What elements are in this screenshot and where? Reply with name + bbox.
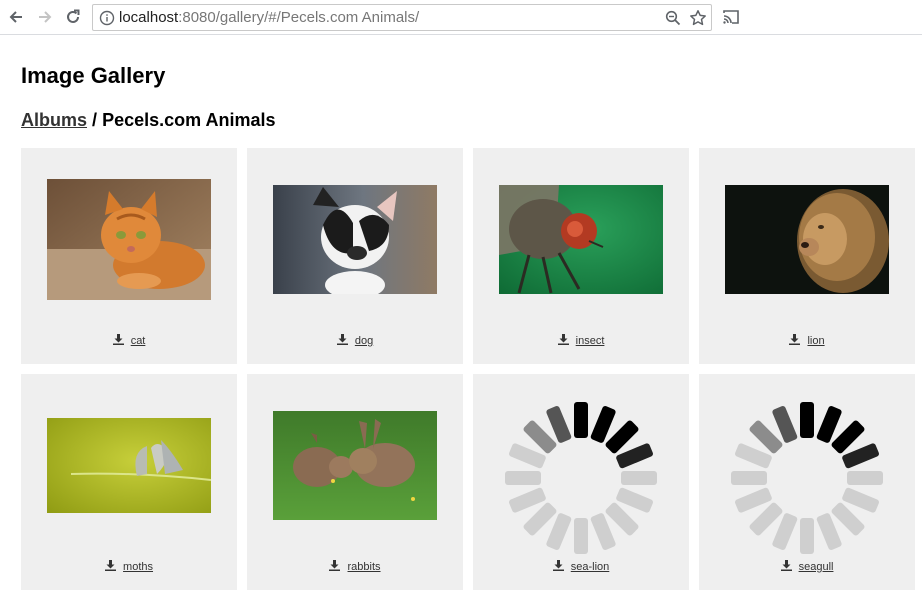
gallery-card: insect (473, 148, 689, 364)
breadcrumb-separator: / (92, 110, 98, 130)
browser-toolbar: localhost:8080/gallery/#/Pecels.com Anim… (0, 0, 922, 35)
insect-download-link[interactable]: insect (576, 335, 605, 347)
address-url[interactable]: localhost:8080/gallery/#/Pecels.com Anim… (119, 9, 419, 27)
info-icon[interactable] (99, 10, 115, 26)
download-icon (789, 334, 801, 345)
spinner-spoke (574, 401, 588, 438)
arrow-right-icon (39, 11, 52, 23)
cast-icon[interactable] (721, 7, 741, 27)
cat-download-link[interactable]: cat (131, 335, 146, 347)
url-path: :8080/gallery/#/Pecels.com Animals/ (178, 9, 420, 26)
spinner-spoke (800, 401, 814, 438)
gallery-card: sea-lion (473, 374, 689, 590)
download-icon (552, 560, 564, 571)
rabbits-download: rabbits (247, 560, 463, 574)
spinner-spoke (505, 470, 541, 485)
reload-icon (67, 9, 80, 23)
arrow-left-icon (9, 11, 22, 23)
star-icon[interactable] (689, 9, 707, 27)
sea-lion-thumbnail[interactable] (499, 401, 663, 554)
rabbits-download-link[interactable]: rabbits (348, 561, 381, 573)
breadcrumb-current: Pecels.com Animals (102, 110, 276, 130)
gallery-card: lion (699, 148, 915, 364)
moths-thumbnail[interactable] (47, 405, 211, 526)
spinner-spoke (731, 470, 767, 485)
seagull-download: seagull (699, 560, 915, 574)
moths-download: moths (21, 560, 237, 574)
reload-button[interactable] (62, 6, 84, 28)
spinner-spoke (847, 470, 883, 485)
insect-photo (499, 185, 663, 294)
dog-download: dog (247, 334, 463, 348)
address-bar[interactable]: localhost:8080/gallery/#/Pecels.com Anim… (92, 4, 712, 31)
rabbits-photo (273, 411, 437, 520)
gallery-card: dog (247, 148, 463, 364)
page-title: Image Gallery (21, 63, 166, 88)
url-host: localhost (119, 9, 179, 26)
gallery-card: rabbits (247, 374, 463, 590)
cat-download: cat (21, 334, 237, 348)
download-icon (336, 334, 348, 345)
rabbits-thumbnail[interactable] (273, 405, 437, 526)
cat-photo (47, 179, 211, 300)
lion-download-link[interactable]: lion (807, 335, 824, 347)
download-icon (329, 560, 341, 571)
insect-thumbnail[interactable] (499, 179, 663, 300)
download-icon (112, 334, 124, 345)
back-button[interactable] (5, 6, 27, 28)
spinner-spoke (621, 470, 657, 485)
zoom-icon[interactable] (665, 10, 681, 26)
lion-photo (725, 185, 889, 294)
gallery-grid: cat dog insect lion moths rabbits sea-li… (21, 148, 915, 590)
seagull-thumbnail[interactable] (725, 401, 889, 554)
moths-download-link[interactable]: moths (123, 561, 153, 573)
gallery-card: cat (21, 148, 237, 364)
lion-download: lion (699, 334, 915, 348)
moths-photo (47, 418, 211, 513)
dog-download-link[interactable]: dog (355, 335, 373, 347)
forward-button[interactable] (34, 6, 56, 28)
loading-spinner-icon (731, 401, 883, 554)
seagull-download-link[interactable]: seagull (799, 561, 834, 573)
loading-spinner-icon (505, 401, 657, 554)
breadcrumb: Albums / Pecels.com Animals (21, 108, 275, 132)
sea-lion-download-link[interactable]: sea-lion (571, 561, 610, 573)
gallery-card: moths (21, 374, 237, 590)
insect-download: insect (473, 334, 689, 348)
spinner-spoke (800, 517, 814, 554)
download-icon (104, 560, 116, 571)
download-icon (557, 334, 569, 345)
gallery-card: seagull (699, 374, 915, 590)
breadcrumb-albums-link[interactable]: Albums (21, 110, 87, 130)
download-icon (780, 560, 792, 571)
lion-thumbnail[interactable] (725, 179, 889, 300)
dog-photo (273, 185, 437, 294)
cat-thumbnail[interactable] (47, 179, 211, 300)
spinner-spoke (574, 517, 588, 554)
dog-thumbnail[interactable] (273, 179, 437, 300)
sea-lion-download: sea-lion (473, 560, 689, 574)
